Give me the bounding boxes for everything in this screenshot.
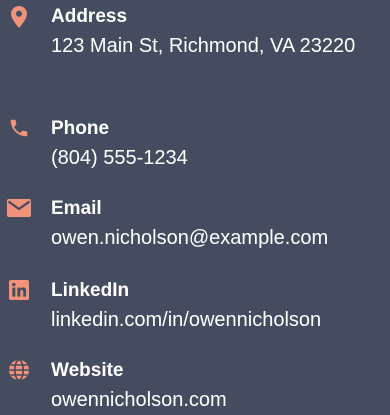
location-pin-icon [6,6,32,28]
address-value: 123 Main St, Richmond, VA 23220 [51,35,356,57]
globe-icon [6,359,32,381]
phone-icon [6,117,32,139]
email-value: owen.nicholson@example.com [51,227,329,249]
phone-value: (804) 555-1234 [51,147,188,169]
linkedin-value: linkedin.com/in/owennicholson [51,309,322,331]
phone-label: Phone [51,118,110,139]
linkedin-icon [6,279,32,301]
envelope-icon [6,197,32,219]
website-label: Website [51,360,124,381]
linkedin-label: LinkedIn [51,280,130,301]
email-label: Email [51,198,102,219]
website-value: owennicholson.com [51,389,227,411]
address-label: Address [51,6,128,27]
